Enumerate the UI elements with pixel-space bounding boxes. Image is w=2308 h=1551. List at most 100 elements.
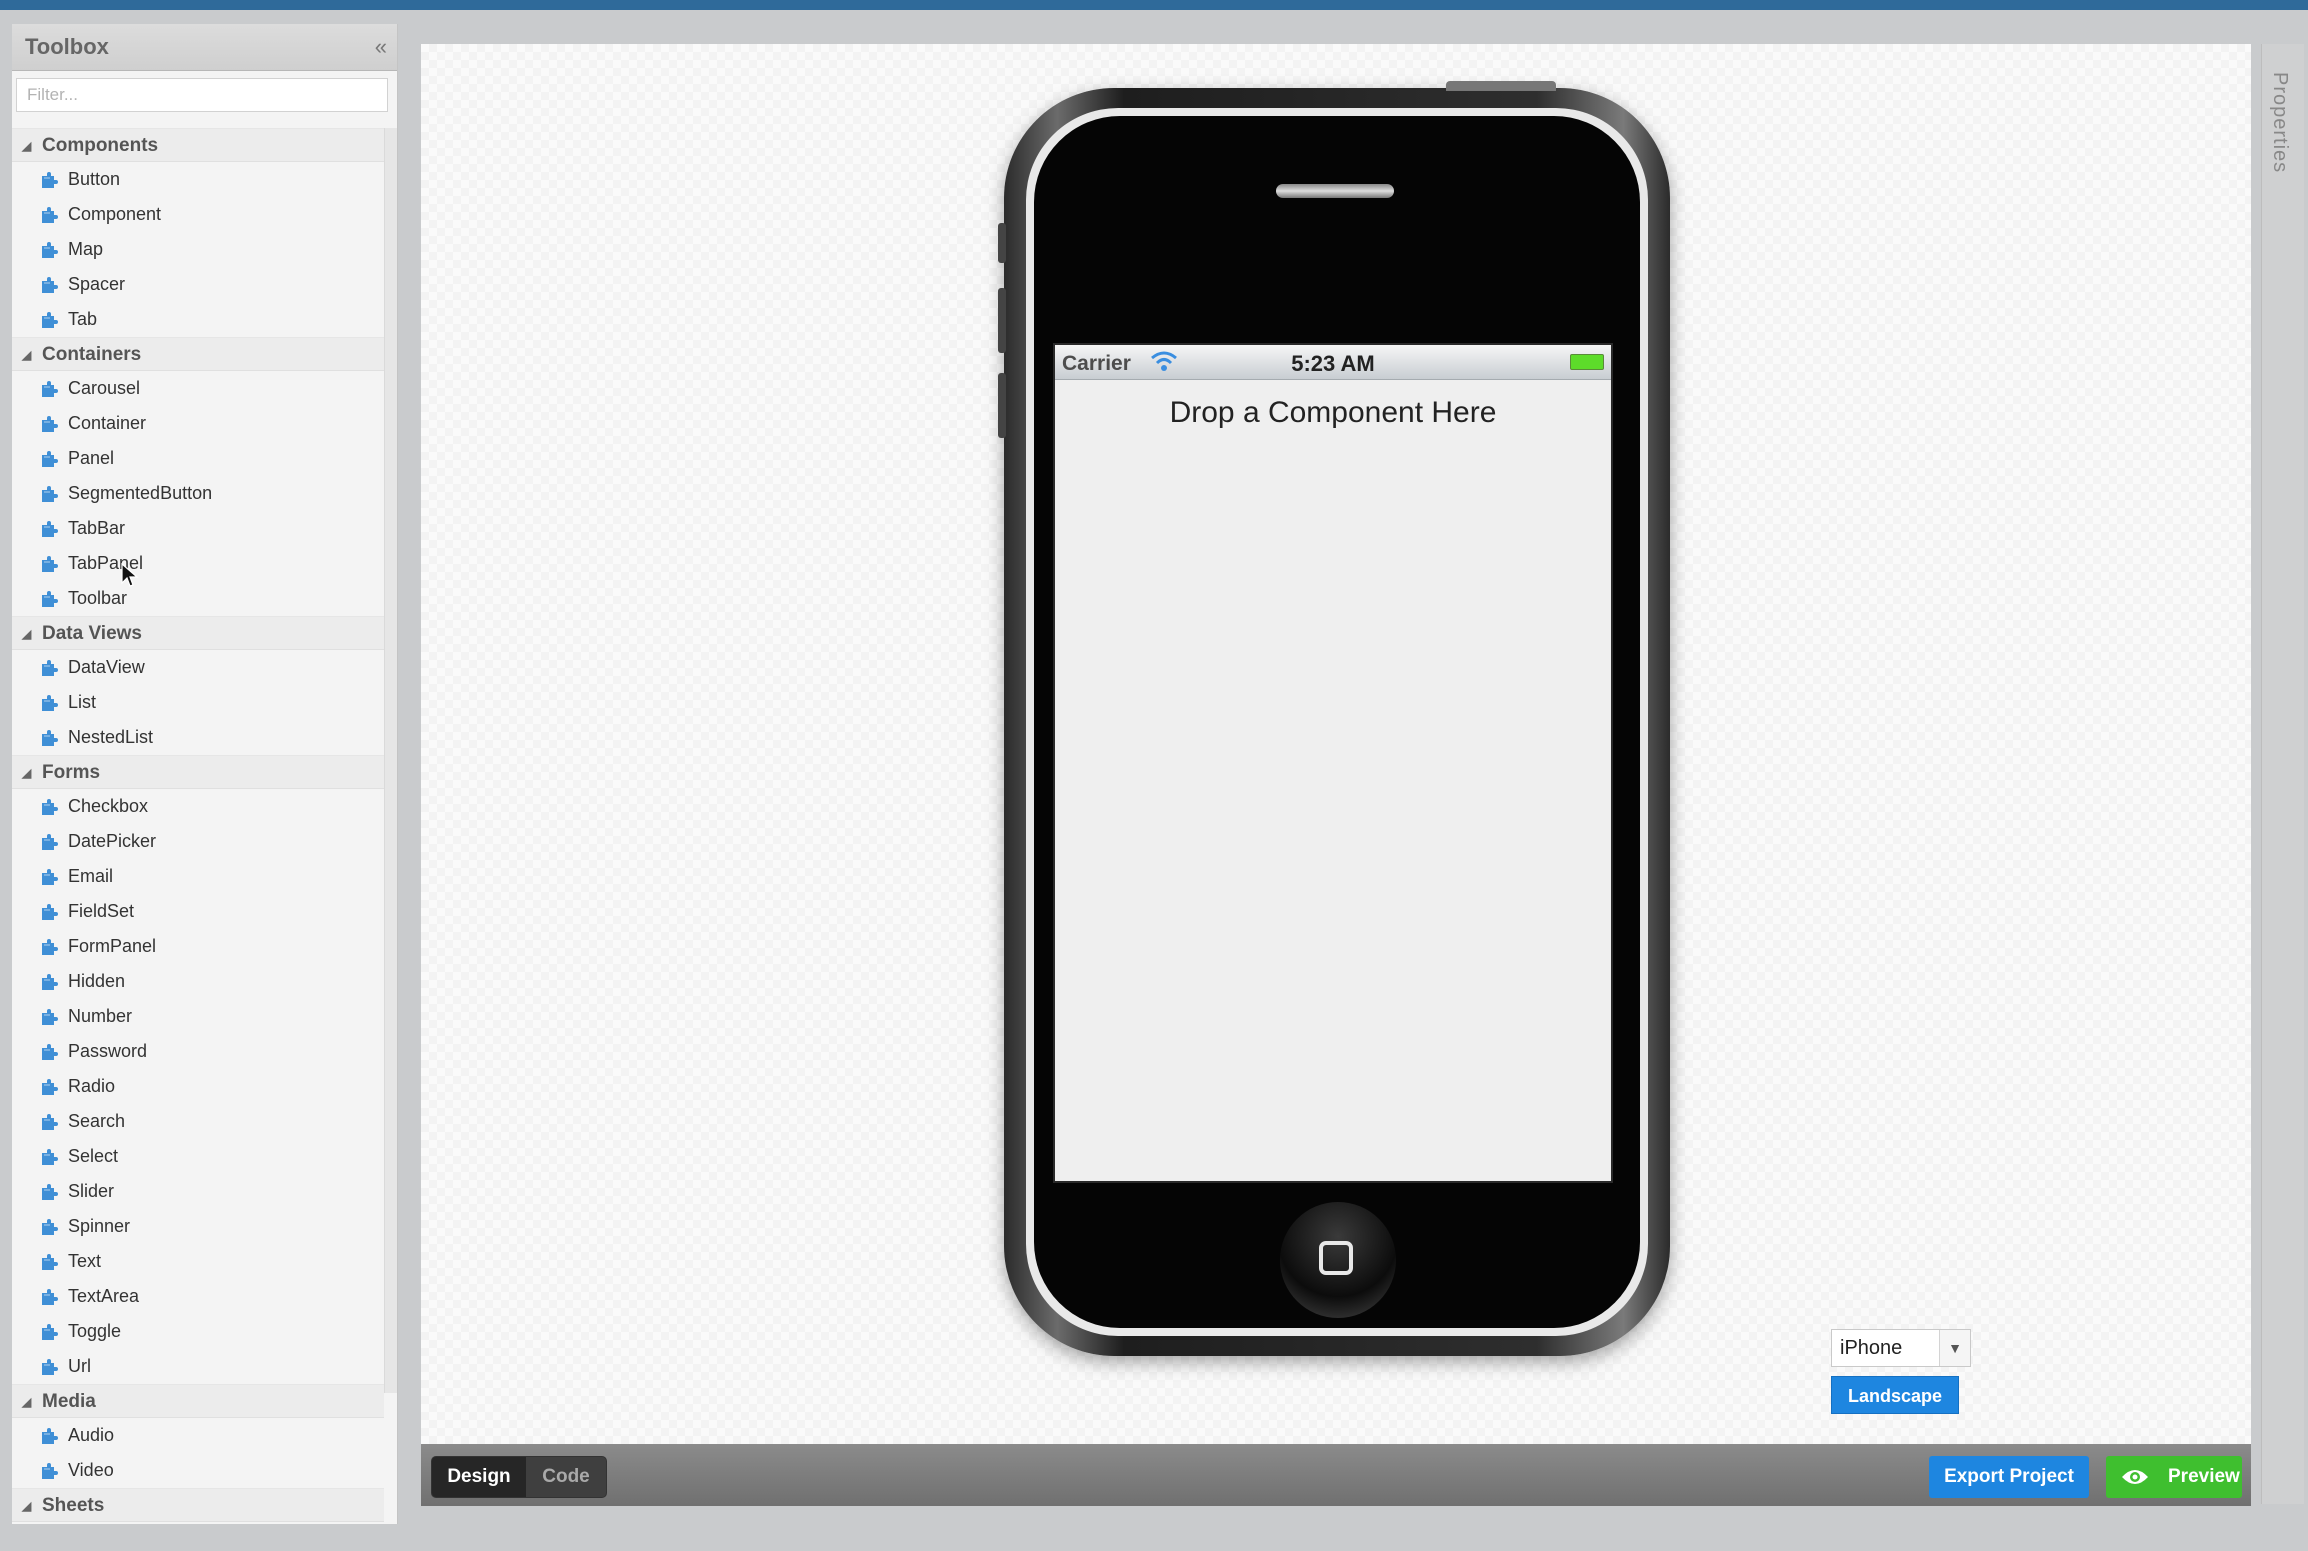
toolbox-item-label: List: [68, 692, 97, 712]
toolbox-item-label: DataView: [68, 657, 145, 677]
puzzle-piece-icon: [42, 1009, 58, 1025]
puzzle-piece-icon: [42, 416, 58, 432]
group-label: Forms: [42, 762, 101, 783]
expand-arrow-icon[interactable]: ◢: [22, 1385, 31, 1419]
toolbox-item[interactable]: Tab: [12, 302, 384, 337]
toolbox-item[interactable]: Number: [12, 999, 384, 1034]
toolbox-item-label: Tab: [68, 309, 98, 329]
toolbox-item[interactable]: Url: [12, 1349, 384, 1384]
toolbox-item[interactable]: Checkbox: [12, 789, 384, 824]
group-header[interactable]: ◢ Containers: [12, 337, 384, 371]
puzzle-piece-icon: [42, 869, 58, 885]
toolbox-item[interactable]: DatePicker: [12, 824, 384, 859]
toolbox-item[interactable]: Hidden: [12, 964, 384, 999]
puzzle-piece-icon: [42, 1114, 58, 1130]
tab-design[interactable]: Design: [432, 1457, 526, 1497]
group-header[interactable]: ◢ Data Views: [12, 616, 384, 650]
group-header[interactable]: ◢ Forms: [12, 755, 384, 789]
component-tree: ◢ Components Button Component Map Spacer Tab ◢ C…: [12, 128, 384, 1522]
puzzle-piece-icon: [42, 1149, 58, 1165]
toolbox-item[interactable]: Spinner: [12, 1209, 384, 1244]
toolbox-item[interactable]: Map: [12, 232, 384, 267]
puzzle-piece-icon: [42, 834, 58, 850]
toolbox-item-label: Url: [68, 1356, 91, 1376]
puzzle-piece-icon: [42, 660, 58, 676]
toolbox-item-label: Password: [68, 1041, 148, 1061]
battery-icon: [1570, 354, 1604, 370]
volume-down-button: [998, 373, 1006, 438]
export-project-button[interactable]: Export Project: [1929, 1456, 2089, 1498]
properties-label: Properties: [2269, 72, 2291, 174]
toolbox-item-label: Hidden: [68, 971, 126, 991]
collapse-toolbox-button[interactable]: «: [375, 34, 387, 60]
expand-arrow-icon[interactable]: ◢: [22, 338, 31, 372]
toolbox-item[interactable]: List: [12, 685, 384, 720]
group-header[interactable]: ◢ Media: [12, 1384, 384, 1418]
toolbox-item[interactable]: Password: [12, 1034, 384, 1069]
expand-arrow-icon[interactable]: ◢: [22, 129, 31, 163]
toolbox-item[interactable]: Select: [12, 1139, 384, 1174]
toolbox-item[interactable]: Panel: [12, 441, 384, 476]
toolbox-item[interactable]: FormPanel: [12, 929, 384, 964]
toolbox-item[interactable]: TextArea: [12, 1279, 384, 1314]
puzzle-piece-icon: [42, 381, 58, 397]
toolbox-item[interactable]: Toolbar: [12, 581, 384, 616]
toolbox-item[interactable]: Button: [12, 162, 384, 197]
toolbox-item-label: Text: [68, 1251, 102, 1271]
phone-screen[interactable]: Carrier 5:23 AM Drop a Component Here: [1053, 343, 1613, 1183]
toolbox-item[interactable]: Slider: [12, 1174, 384, 1209]
group-header[interactable]: ◢ Components: [12, 128, 384, 162]
group-header[interactable]: ◢ Sheets: [12, 1488, 384, 1522]
drop-zone-label: Drop a Component Here: [1169, 396, 1497, 429]
group-label: Media: [42, 1391, 96, 1412]
toolbox-item[interactable]: TabBar: [12, 511, 384, 546]
toolbox-item[interactable]: DataView: [12, 650, 384, 685]
expand-arrow-icon[interactable]: ◢: [22, 617, 31, 651]
puzzle-piece-icon: [42, 277, 58, 293]
puzzle-piece-icon: [42, 451, 58, 467]
toolbox-item[interactable]: Toggle: [12, 1314, 384, 1349]
device-select[interactable]: iPhone ▼: [1831, 1329, 1971, 1367]
puzzle-piece-icon: [42, 486, 58, 502]
toolbox-item[interactable]: TabPanel: [12, 546, 384, 581]
toolbox-item-label: TabBar: [68, 518, 126, 538]
toolbox-item-label: Spinner: [68, 1216, 131, 1236]
toolbox-item[interactable]: Spacer: [12, 267, 384, 302]
toolbox-item[interactable]: SegmentedButton: [12, 476, 384, 511]
toolbox-scrollbar[interactable]: [384, 128, 397, 1393]
toolbox-item[interactable]: Radio: [12, 1069, 384, 1104]
toolbox-item-label: Map: [68, 239, 104, 259]
toolbox-item[interactable]: FieldSet: [12, 894, 384, 929]
expand-arrow-icon[interactable]: ◢: [22, 1489, 31, 1523]
puzzle-piece-icon: [42, 1044, 58, 1060]
home-square-icon: [1319, 1241, 1353, 1275]
design-canvas[interactable]: Carrier 5:23 AM Drop a Component Here iP…: [421, 44, 2251, 1444]
status-time: 5:23 AM: [1291, 351, 1375, 376]
puzzle-piece-icon: [42, 730, 58, 746]
toolbox-item[interactable]: Container: [12, 406, 384, 441]
app-frame: Toolbox « ◢ Components Button Component Map S…: [0, 10, 2308, 1551]
toolbox-item[interactable]: Video: [12, 1453, 384, 1488]
toolbox-item[interactable]: Text: [12, 1244, 384, 1279]
toolbox-item[interactable]: NestedList: [12, 720, 384, 755]
toolbox-item[interactable]: Component: [12, 197, 384, 232]
filter-input[interactable]: [16, 78, 388, 112]
home-button: [1280, 1202, 1396, 1318]
puzzle-piece-icon: [42, 207, 58, 223]
puzzle-piece-icon: [42, 312, 58, 328]
expand-arrow-icon[interactable]: ◢: [22, 756, 31, 790]
chevron-down-icon[interactable]: ▼: [1939, 1330, 1970, 1366]
preview-button[interactable]: Preview: [2106, 1456, 2242, 1498]
volume-up-button: [998, 288, 1006, 353]
tab-code[interactable]: Code: [526, 1457, 606, 1497]
properties-panel[interactable]: Properties: [2261, 44, 2304, 1504]
puzzle-piece-icon: [42, 1219, 58, 1235]
toolbox-item[interactable]: Audio: [12, 1418, 384, 1453]
landscape-button[interactable]: Landscape: [1831, 1376, 1959, 1414]
toolbox-item-label: Number: [68, 1006, 133, 1026]
toolbox-item[interactable]: Search: [12, 1104, 384, 1139]
toolbox-item[interactable]: Carousel: [12, 371, 384, 406]
toolbox-item-label: Carousel: [68, 378, 141, 398]
toolbox-item[interactable]: Email: [12, 859, 384, 894]
toolbox-item-label: Button: [68, 169, 121, 189]
